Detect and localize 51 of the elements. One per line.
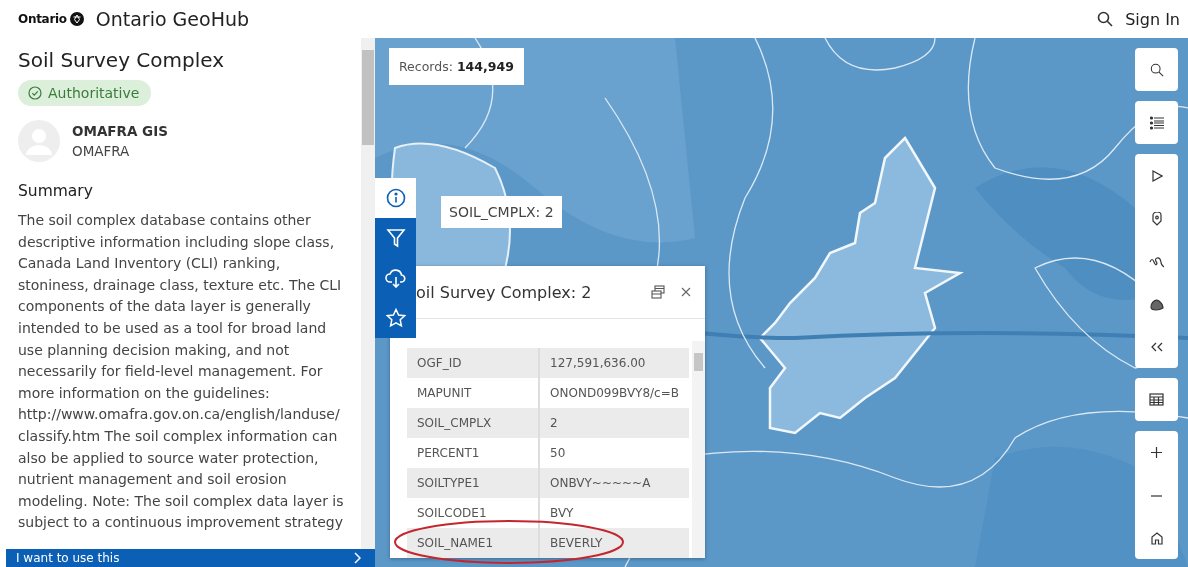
- freehand-line-icon: [1149, 255, 1164, 268]
- field-value-cell: BEVERLY: [539, 528, 689, 558]
- close-icon: [681, 287, 691, 297]
- scrollbar[interactable]: [361, 38, 375, 549]
- side-tool-button[interactable]: [375, 178, 416, 218]
- use-this-bar[interactable]: I want to use this: [6, 549, 375, 567]
- cloud-download-icon: [384, 268, 407, 288]
- list-icon: [1149, 115, 1164, 130]
- popup-title: oil Survey Complex: 2: [416, 282, 593, 302]
- map-tooltip: SOIL_CMPLX: 2: [441, 196, 562, 228]
- check-circle-icon: [28, 86, 42, 100]
- field-value-cell: 127,591,636.00: [539, 348, 689, 378]
- info-icon: [385, 188, 406, 208]
- owner-organization: OMAFRA: [72, 143, 131, 159]
- popup-scrollbar[interactable]: [692, 341, 705, 558]
- filter-icon: [385, 228, 406, 248]
- close-button[interactable]: [681, 287, 691, 297]
- field-value-cell: BVY: [539, 498, 689, 528]
- field-name-cell: SOIL_CMPLX: [407, 408, 540, 438]
- polygon-icon: [1149, 298, 1164, 311]
- logo-text: Ontario: [18, 12, 67, 26]
- site-title: Ontario GeoHub: [95, 8, 250, 30]
- authoritative-badge: Authoritative: [18, 80, 152, 106]
- field-value-cell: ONOND099BVY8/c=B: [539, 378, 689, 408]
- field-value-cell: 50: [539, 438, 689, 468]
- field-value-cell: 2: [539, 408, 689, 438]
- item-title: Soil Survey Complex: [18, 48, 226, 72]
- owner-name: OMAFRA GIS: [72, 123, 168, 139]
- home-icon: [1150, 531, 1163, 545]
- table-icon: [1149, 393, 1164, 406]
- map-pin-icon: [1151, 211, 1162, 226]
- side-tool-button[interactable]: [375, 218, 416, 258]
- restore-window-icon: [651, 285, 665, 299]
- trillium-logo-icon: [69, 12, 84, 26]
- zoom-out-icon: [1151, 494, 1162, 497]
- sign-in-link[interactable]: Sign In: [1125, 9, 1180, 29]
- restore-button[interactable]: [651, 285, 665, 299]
- records-count-label: Records: 144,949: [389, 48, 524, 85]
- field-name-cell: OGF_ID: [407, 348, 540, 378]
- field-value-cell: ONBVY~~~~~A: [539, 468, 689, 498]
- summary-heading: Summary: [18, 182, 94, 200]
- pointer-icon: [1150, 169, 1163, 182]
- summary-text: The soil complex database contains other descriptive information including slope class, Canada Land Inventory (CLI) ranking, stoniness, drainage class, texture etc. The CLI components of the data layer is generally intended to be used as a tool for broad land use planning decision making, and not necessarily for field-level management. For more information on the guidelines: http://www.omafra.gov.on.ca/english/landuse/ classify.htm The soil complex information can also be applied to source water protection, nutrient management and soil erosion modeling. Note: The soil complex data layer is subject to a continuous improvement strategy: [18, 211, 345, 533]
- search-icon[interactable]: [1097, 11, 1114, 27]
- zoom-in-icon: [1151, 447, 1162, 458]
- chevron-right-icon: [353, 552, 361, 564]
- double-chevron-left-icon: [1150, 342, 1163, 352]
- field-name-cell: SOILTYPE1: [407, 468, 540, 498]
- star-icon: [385, 308, 406, 328]
- side-tool-button[interactable]: [375, 298, 416, 338]
- search-icon: [1149, 62, 1164, 77]
